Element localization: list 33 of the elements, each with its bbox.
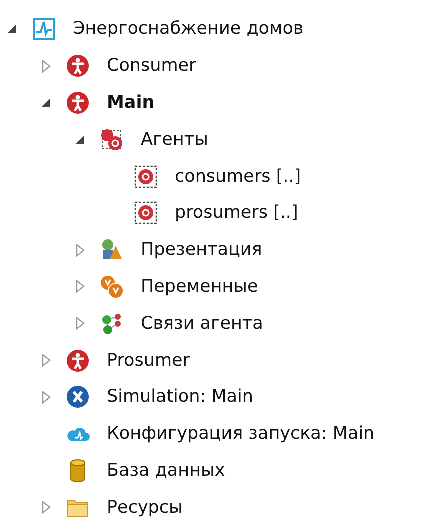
expand-arrow-icon[interactable] (76, 280, 84, 294)
tree-item[interactable]: Связи агента (141, 314, 264, 334)
expand-arrow-icon[interactable] (42, 501, 50, 514)
agents-icon (100, 128, 124, 152)
collapse-arrow-icon[interactable] (7, 24, 17, 34)
tree-item[interactable]: Конфигурация запуска: Main (107, 424, 375, 444)
agent-population-icon (134, 164, 158, 189)
tree-item[interactable]: Prosumer (107, 350, 190, 371)
cross-circle-icon (66, 385, 90, 410)
tree-item[interactable]: Презентация (141, 240, 262, 260)
expand-arrow-icon[interactable] (42, 60, 50, 73)
expand-arrow-icon[interactable] (42, 390, 50, 404)
expand-arrow-icon[interactable] (76, 317, 84, 330)
tree-item[interactable]: Consumer (107, 56, 196, 76)
tree-item[interactable]: consumers [..] (175, 166, 302, 187)
tree-item[interactable]: База данных (107, 460, 226, 481)
person-icon (66, 90, 90, 115)
tree-item[interactable]: Агенты (141, 130, 208, 150)
expand-arrow-icon[interactable] (42, 354, 50, 368)
tree-item[interactable]: Энергоснабжение домов (73, 19, 304, 40)
expand-arrow-icon[interactable] (76, 244, 84, 257)
tree-item[interactable]: Переменные (141, 276, 258, 297)
tree-item[interactable]: Ресурсы (107, 498, 183, 518)
person-icon (66, 54, 90, 78)
collapse-arrow-icon[interactable] (75, 134, 85, 145)
agent-population-icon (134, 201, 158, 226)
tree-item[interactable]: Simulation: Main (107, 387, 254, 408)
collapse-arrow-icon[interactable] (41, 98, 51, 108)
variables-icon (100, 274, 124, 299)
network-icon (100, 312, 124, 336)
tree-item[interactable]: Main (107, 92, 155, 113)
tree-item[interactable]: prosumers [..] (175, 203, 298, 224)
person-icon (66, 348, 90, 373)
